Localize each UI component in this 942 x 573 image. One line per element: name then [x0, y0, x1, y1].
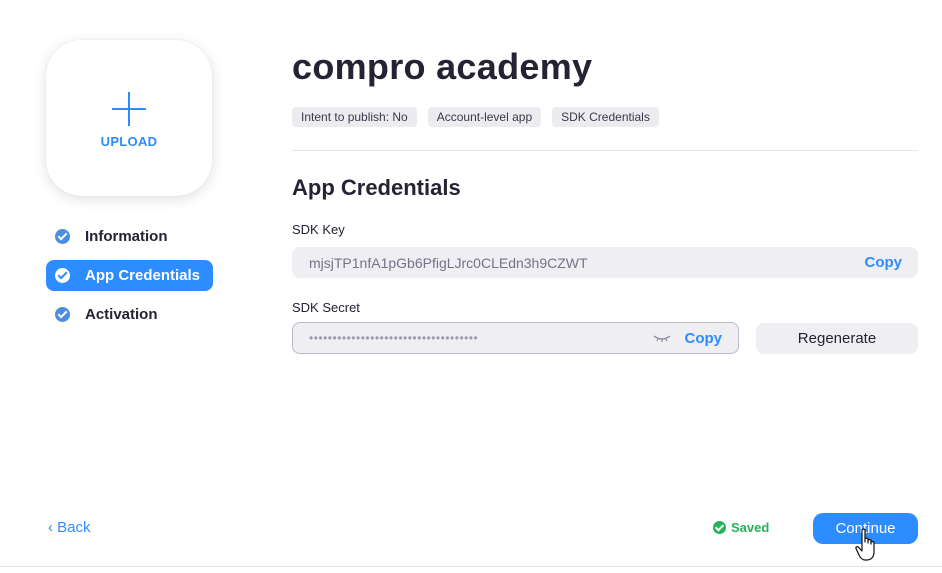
sdk-key-value[interactable]: mjsjTP1nfA1pGb6PfigLJrc0CLEdn3h9CZWT: [309, 255, 865, 271]
section-title: App Credentials: [292, 175, 461, 200]
page-title: compro academy: [292, 46, 593, 87]
back-link[interactable]: ‹ Back: [48, 519, 91, 536]
copy-sdk-secret-button[interactable]: Copy: [685, 330, 723, 347]
footer-divider: [0, 566, 942, 567]
tag-intent-to-publish: Intent to publish: No: [292, 107, 417, 127]
eye-closed-icon[interactable]: [653, 333, 671, 343]
sdk-key-label: SDK Key: [292, 222, 345, 237]
check-circle-icon: [713, 521, 726, 534]
app-tags: Intent to publish: No Account-level app …: [292, 107, 659, 127]
sidebar-item-app-credentials[interactable]: App Credentials: [46, 260, 213, 291]
sidebar-item-label: Information: [85, 228, 168, 245]
saved-status: Saved: [713, 520, 769, 535]
check-circle-icon: [55, 229, 70, 244]
sidebar-item-label: Activation: [85, 306, 158, 323]
sdk-key-field: mjsjTP1nfA1pGb6PfigLJrc0CLEdn3h9CZWT Cop…: [292, 247, 918, 278]
check-circle-icon: [55, 307, 70, 322]
sidebar-item-activation[interactable]: Activation: [46, 299, 213, 330]
sdk-secret-label: SDK Secret: [292, 300, 360, 315]
upload-tile[interactable]: UPLOAD: [46, 40, 212, 196]
upload-label: UPLOAD: [100, 134, 158, 149]
copy-sdk-key-button[interactable]: Copy: [865, 254, 903, 271]
tag-account-level: Account-level app: [427, 107, 542, 127]
hand-cursor-icon: [855, 528, 875, 561]
regenerate-button[interactable]: Regenerate: [756, 323, 918, 354]
sidebar-item-information[interactable]: Information: [46, 221, 213, 252]
sdk-secret-value[interactable]: ••••••••••••••••••••••••••••••••••••: [309, 331, 653, 345]
saved-label: Saved: [731, 520, 770, 535]
sidebar-item-label: App Credentials: [85, 267, 201, 284]
check-circle-icon: [55, 268, 70, 283]
tag-sdk-credentials: SDK Credentials: [552, 107, 659, 127]
sdk-secret-field: •••••••••••••••••••••••••••••••••••• Cop…: [292, 322, 739, 354]
header-divider: [292, 150, 918, 151]
plus-icon: [112, 92, 146, 126]
